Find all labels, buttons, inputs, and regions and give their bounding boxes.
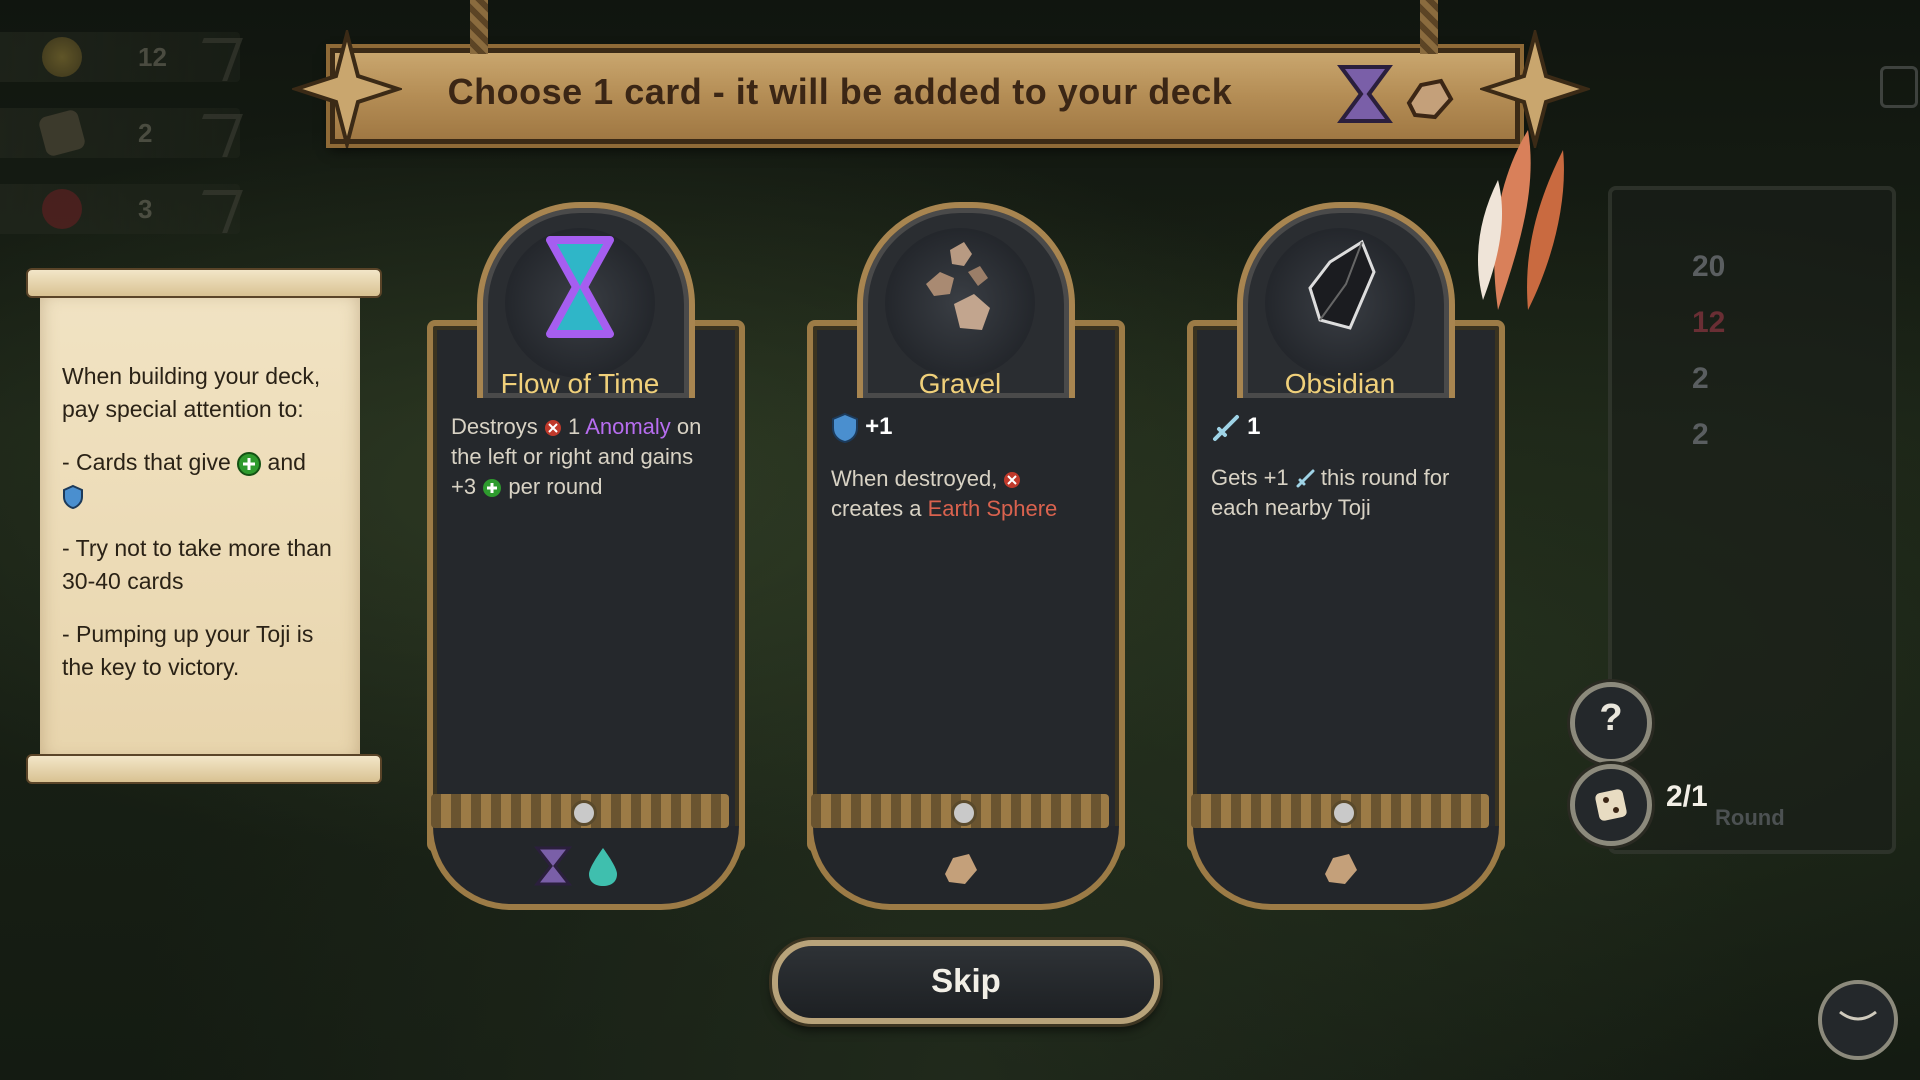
- dice-icon: [37, 108, 87, 158]
- dice-button[interactable]: [1570, 764, 1652, 846]
- dice-icon: [1595, 789, 1627, 821]
- earth-sphere-keyword: Earth Sphere: [927, 496, 1058, 522]
- tip-line-toji: - Pumping up your Toji is the key to vic…: [62, 621, 314, 680]
- coin-icon: [42, 37, 82, 77]
- shield-stat: +1: [865, 413, 893, 440]
- green-plus-icon: [237, 451, 262, 476]
- rock-tag-icon: [945, 854, 977, 884]
- gem-icon: [951, 800, 977, 826]
- chevron-icon: [188, 38, 243, 81]
- coin-counter: 12: [0, 32, 243, 82]
- hourglass-icon: [546, 236, 614, 338]
- card-ornament: [811, 794, 1109, 828]
- dice-value: 2: [138, 118, 153, 148]
- card-gravel[interactable]: Gravel +1 When destroyed, creates a Eart…: [801, 202, 1125, 910]
- round-counter: 2/1: [1666, 780, 1708, 813]
- rock-tag-icon: [1325, 854, 1357, 884]
- tip-line-cards: - Cards that give and: [62, 446, 344, 512]
- green-plus-icon: [483, 479, 502, 498]
- card-title: Gravel: [918, 368, 1002, 399]
- card-title: Flow of Time: [500, 368, 660, 399]
- card-ornament: [1191, 794, 1489, 828]
- anomaly-keyword: Anomaly: [585, 414, 671, 439]
- rope-left: [470, 0, 488, 54]
- tip-scroll: When building your deck, pay special att…: [26, 268, 382, 784]
- attack-stat: 1: [1247, 413, 1261, 440]
- tip-text: When building your deck, pay special att…: [62, 360, 344, 704]
- coin-value: 12: [138, 42, 167, 72]
- side-panel: 20 12 2 2: [1608, 186, 1896, 854]
- water-drop-tag-icon: [589, 848, 617, 886]
- scroll-roll-top: [26, 268, 382, 298]
- side-stat: 2: [1692, 418, 1709, 451]
- skip-label: Skip: [931, 962, 1001, 999]
- rope-right: [1420, 0, 1438, 54]
- skip-button[interactable]: Skip: [772, 940, 1160, 1024]
- obsidian-shard-icon: [1308, 239, 1376, 330]
- card-flow-of-time[interactable]: Flow of Time Destroys 1 Anomaly on the l…: [421, 202, 745, 910]
- scroll-roll-bottom: [26, 754, 382, 784]
- side-stat: 12: [1692, 306, 1726, 339]
- shield-icon: [63, 484, 83, 509]
- red-x-icon: [1004, 472, 1021, 489]
- card-description: Destroys 1 Anomaly on the left or right …: [451, 414, 702, 499]
- round-label: Round: [1715, 805, 1785, 830]
- banner-title: Choose 1 card - it will be added to your…: [447, 71, 1233, 112]
- tip-line-intro: When building your deck, pay special att…: [62, 363, 321, 422]
- red-counter: 3: [0, 184, 243, 234]
- card-description: 1 Gets +1 this round for each nearby Toj…: [1211, 413, 1450, 521]
- eye-closed-icon: [1839, 1010, 1877, 1021]
- side-stat: 2: [1692, 362, 1709, 395]
- red-x-icon: [42, 189, 82, 229]
- card-description: +1 When destroyed, creates a Earth Spher…: [831, 413, 1058, 522]
- red-value: 3: [138, 194, 153, 224]
- card-title: Obsidian: [1284, 368, 1396, 399]
- hourglass-icon: [1337, 65, 1393, 123]
- card-ornament: [431, 794, 729, 828]
- rock-icon: [1406, 78, 1454, 120]
- gem-icon: [1331, 800, 1357, 826]
- help-button[interactable]: ?: [1570, 682, 1652, 764]
- sword-icon: [1296, 469, 1315, 488]
- card-obsidian[interactable]: Obsidian 1 Gets +1 this round for each n…: [1181, 202, 1505, 910]
- hourglass-tag-icon: [533, 846, 573, 886]
- dice-counter: 2: [0, 108, 243, 158]
- question-icon: ?: [1599, 697, 1623, 739]
- gem-icon: [571, 800, 597, 826]
- title-banner: Choose 1 card - it will be added to your…: [330, 48, 1520, 144]
- tip-line-count: - Try not to take more than 30-40 cards: [62, 535, 332, 594]
- sword-icon: [1213, 415, 1239, 442]
- chevron-icon: [188, 190, 243, 233]
- chevron-icon: [188, 114, 243, 157]
- collapse-button[interactable]: [1818, 980, 1898, 1060]
- red-x-icon: [544, 420, 561, 437]
- gravel-rocks-icon: [926, 242, 990, 330]
- side-stat: 20: [1692, 250, 1726, 283]
- star-ornament-left: [292, 30, 402, 148]
- menu-icon[interactable]: [1880, 66, 1918, 108]
- shield-icon: [832, 413, 858, 444]
